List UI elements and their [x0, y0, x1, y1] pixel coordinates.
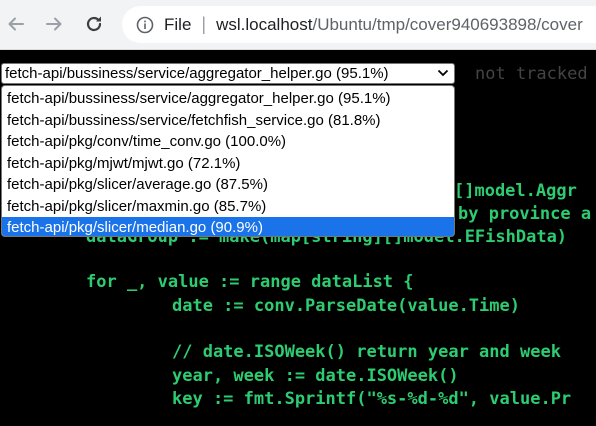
code-line: []model.Aggr — [454, 181, 577, 201]
dropdown-option[interactable]: fetch-api/bussiness/service/fetchfish_se… — [2, 110, 454, 132]
file-select-value: fetch-api/bussiness/service/aggregator_h… — [5, 65, 389, 82]
url-separator: | — [201, 14, 207, 34]
dropdown-option[interactable]: fetch-api/pkg/conv/time_conv.go (100.0%) — [2, 131, 454, 153]
url-host: wsl.localhost — [216, 14, 313, 34]
address-bar[interactable]: File | wsl.localhost/Ubuntu/tmp/cover940… — [122, 6, 596, 43]
dropdown-option[interactable]: fetch-api/pkg/slicer/maxmin.go (85.7%) — [2, 196, 454, 218]
code-line: by province a — [458, 204, 592, 224]
file-dropdown-list: fetch-api/bussiness/service/aggregator_h… — [1, 85, 455, 237]
code-line: for _, value := range dataList { — [86, 272, 414, 292]
url-scheme-label: File — [164, 14, 192, 34]
arrow-right-icon — [46, 17, 62, 31]
info-circle-icon[interactable] — [136, 16, 154, 34]
code-line: key := fmt.Sprintf("%s-%d-%d", value.Pr — [172, 389, 572, 409]
forward-button[interactable] — [42, 12, 66, 36]
dropdown-option[interactable]: fetch-api/pkg/mjwt/mjwt.go (72.1%) — [2, 153, 454, 175]
back-button[interactable] — [4, 12, 28, 36]
url-path: /Ubuntu/tmp/cover940693898/cover — [312, 14, 583, 34]
chevron-down-icon — [437, 69, 449, 77]
legend-not-tracked: not tracked — [475, 64, 588, 84]
reload-button[interactable] — [82, 12, 106, 36]
dropdown-option-highlighted[interactable]: fetch-api/pkg/slicer/median.go (90.9%) — [2, 217, 454, 236]
dropdown-option[interactable]: fetch-api/pkg/slicer/average.go (87.5%) — [2, 174, 454, 196]
code-line: // date.ISOWeek() return year and week — [172, 342, 561, 362]
arrow-left-icon — [8, 17, 24, 31]
code-line: year, week := date.ISOWeek() — [172, 366, 459, 386]
code-line: date := conv.ParseDate(value.Time) — [172, 296, 520, 316]
file-select[interactable]: fetch-api/bussiness/service/aggregator_h… — [1, 63, 455, 84]
dropdown-option[interactable]: fetch-api/bussiness/service/aggregator_h… — [2, 88, 454, 110]
coverage-report: []model.Aggr by province a dataGroup := … — [0, 50, 596, 426]
url-text: wsl.localhost/Ubuntu/tmp/cover940693898/… — [216, 15, 583, 35]
browser-toolbar: File | wsl.localhost/Ubuntu/tmp/cover940… — [0, 0, 596, 50]
reload-icon — [86, 16, 102, 32]
